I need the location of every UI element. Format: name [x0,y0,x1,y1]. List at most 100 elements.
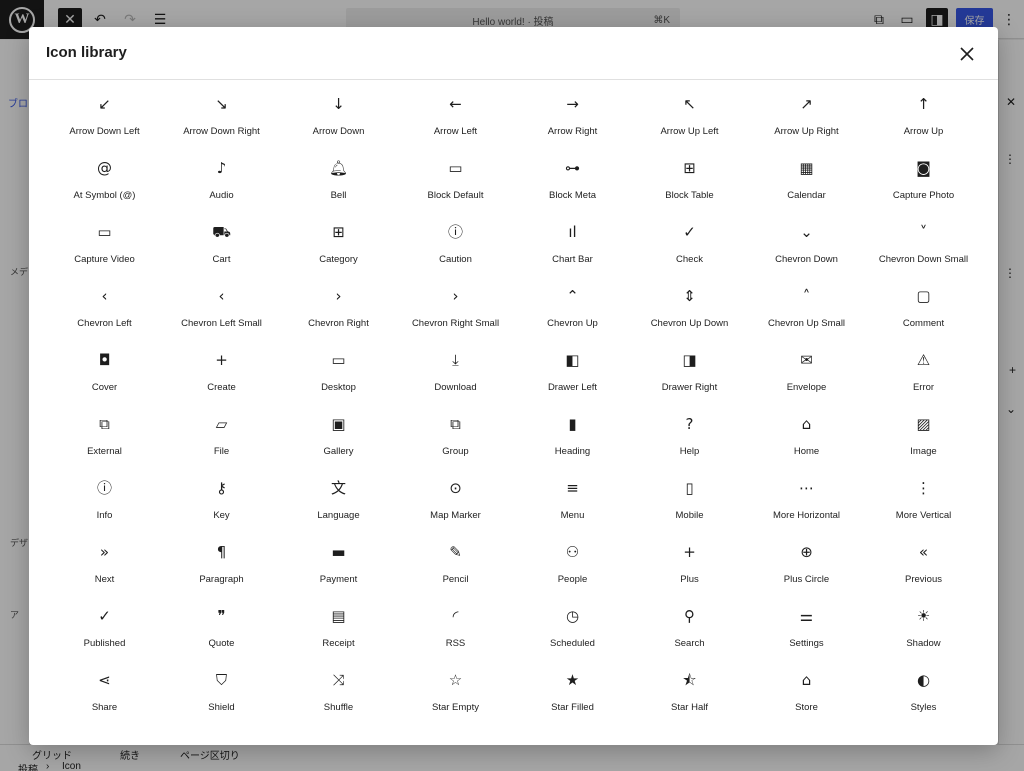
icon-item-capture-video[interactable]: ▭ Capture Video [46,215,163,279]
icon-item-calendar[interactable]: ▦ Calendar [748,151,865,215]
icon-item-category[interactable]: ⊞ Category [280,215,397,279]
icon-item-key[interactable]: ⚷ Key [163,471,280,535]
icon-item-help[interactable]: ? Help [631,407,748,471]
arrow-right-icon: → [566,94,579,113]
icon-item-external[interactable]: ⧉ External [46,407,163,471]
icon-item-arrow-down[interactable]: ↓ Arrow Down [280,87,397,151]
icon-item-settings[interactable]: ⚌ Settings [748,599,865,663]
icon-item-quote[interactable]: ❞ Quote [163,599,280,663]
icon-item-rss[interactable]: ◜ RSS [397,599,514,663]
icon-item-drawer-left[interactable]: ◧ Drawer Left [514,343,631,407]
icon-item-desktop[interactable]: ▭ Desktop [280,343,397,407]
icon-item-shield[interactable]: ⛉ Shield [163,663,280,727]
chevron-down-small-icon: ˅ [919,222,928,241]
icon-item-block-meta[interactable]: ⊶ Block Meta [514,151,631,215]
icon-item-envelope[interactable]: ✉ Envelope [748,343,865,407]
icon-item-image[interactable]: ▨ Image [865,407,982,471]
icon-item-chevron-up[interactable]: ⌃ Chevron Up [514,279,631,343]
icon-label: Chevron Left [77,318,132,329]
icon-item-chevron-down-small[interactable]: ˅ Chevron Down Small [865,215,982,279]
icon-item-gallery[interactable]: ▣ Gallery [280,407,397,471]
icon-item-chevron-up-down[interactable]: ⇕ Chevron Up Down [631,279,748,343]
icon-item-star-half[interactable]: ⯪ Star Half [631,663,748,727]
icon-item-bell[interactable]: 🔔︎ Bell [280,151,397,215]
icon-item-receipt[interactable]: ▤ Receipt [280,599,397,663]
icon-item-people[interactable]: ⚇ People [514,535,631,599]
icon-item-download[interactable]: ⤓ Download [397,343,514,407]
icon-item-chart-bar[interactable]: ıl Chart Bar [514,215,631,279]
icon-item-search[interactable]: ⚲ Search [631,599,748,663]
icon-item-store[interactable]: ⌂ Store [748,663,865,727]
drawer-right-icon: ◨ [682,350,697,369]
icon-item-at-symbol[interactable]: @ At Symbol (@) [46,151,163,215]
icon-item-star-empty[interactable]: ☆ Star Empty [397,663,514,727]
icon-label: Bell [330,190,347,201]
create-icon: + [215,350,228,369]
icon-item-block-table[interactable]: ⊞ Block Table [631,151,748,215]
icon-item-chevron-right-small[interactable]: › Chevron Right Small [397,279,514,343]
icon-item-previous[interactable]: « Previous [865,535,982,599]
icon-item-styles[interactable]: ◐ Styles [865,663,982,727]
icon-item-star-filled[interactable]: ★ Star Filled [514,663,631,727]
rss-icon: ◜ [452,606,459,625]
icon-label: Star Empty [432,702,479,713]
icon-item-arrow-up-left[interactable]: ↖ Arrow Up Left [631,87,748,151]
icon-item-create[interactable]: + Create [163,343,280,407]
icon-item-home[interactable]: ⌂ Home [748,407,865,471]
icon-item-chevron-right[interactable]: › Chevron Right [280,279,397,343]
icon-item-share[interactable]: ⋖ Share [46,663,163,727]
icon-item-shadow[interactable]: ☀ Shadow [865,599,982,663]
icon-item-language[interactable]: 文 Language [280,471,397,535]
icon-item-scheduled[interactable]: ◷ Scheduled [514,599,631,663]
icon-item-heading[interactable]: ▮ Heading [514,407,631,471]
icon-item-info[interactable]: ⓘ Info [46,471,163,535]
icon-item-cart[interactable]: ⛟ Cart [163,215,280,279]
close-button[interactable] [956,43,978,65]
icon-item-map-marker[interactable]: ⊙ Map Marker [397,471,514,535]
icon-label: People [557,574,588,585]
icon-label: Chart Bar [552,254,593,265]
icon-label: RSS [445,638,466,649]
icon-label: Gallery [323,446,354,457]
icon-item-payment[interactable]: ▬ Payment [280,535,397,599]
icon-label: Cart [212,254,231,265]
icon-item-caution[interactable]: ⓘ Caution [397,215,514,279]
arrow-left-icon: ← [449,94,462,113]
icon-item-audio[interactable]: ♪ Audio [163,151,280,215]
icon-item-arrow-down-right[interactable]: ↘ Arrow Down Right [163,87,280,151]
icon-item-error[interactable]: ⚠ Error [865,343,982,407]
icon-item-pencil[interactable]: ✎ Pencil [397,535,514,599]
icon-item-chevron-left[interactable]: ‹ Chevron Left [46,279,163,343]
shadow-icon: ☀ [916,606,931,625]
icon-item-chevron-down[interactable]: ⌄ Chevron Down [748,215,865,279]
icon-item-next[interactable]: » Next [46,535,163,599]
icon-item-arrow-right[interactable]: → Arrow Right [514,87,631,151]
icon-item-block-default[interactable]: ▭ Block Default [397,151,514,215]
icon-label: More Horizontal [772,510,841,521]
icon-item-cover[interactable]: ◘ Cover [46,343,163,407]
icon-item-chevron-up-small[interactable]: ˄ Chevron Up Small [748,279,865,343]
icon-item-more-vertical[interactable]: ⋮ More Vertical [865,471,982,535]
icon-item-more-horizontal[interactable]: ⋯ More Horizontal [748,471,865,535]
icon-item-published[interactable]: ✓ Published [46,599,163,663]
icon-item-plus-circle[interactable]: ⊕ Plus Circle [748,535,865,599]
icon-item-arrow-left[interactable]: ← Arrow Left [397,87,514,151]
icon-item-paragraph[interactable]: ¶ Paragraph [163,535,280,599]
icon-item-arrow-up[interactable]: ↑ Arrow Up [865,87,982,151]
icon-item-check[interactable]: ✓ Check [631,215,748,279]
icon-item-arrow-up-right[interactable]: ↗ Arrow Up Right [748,87,865,151]
icon-label: Plus Circle [783,574,830,585]
icon-item-comment[interactable]: ▢ Comment [865,279,982,343]
icon-item-shuffle[interactable]: ⤨ Shuffle [280,663,397,727]
icon-item-arrow-down-left[interactable]: ↙ Arrow Down Left [46,87,163,151]
icon-item-file[interactable]: ▱ File [163,407,280,471]
icon-item-capture-photo[interactable]: ◙ Capture Photo [865,151,982,215]
icon-item-mobile[interactable]: ▯ Mobile [631,471,748,535]
icon-item-plus[interactable]: + Plus [631,535,748,599]
icon-item-group[interactable]: ⧉ Group [397,407,514,471]
icon-item-chevron-left-small[interactable]: ‹ Chevron Left Small [163,279,280,343]
desktop-icon: ▭ [331,350,346,369]
icon-item-drawer-right[interactable]: ◨ Drawer Right [631,343,748,407]
icon-item-menu[interactable]: ≡ Menu [514,471,631,535]
language-icon: 文 [330,478,346,497]
